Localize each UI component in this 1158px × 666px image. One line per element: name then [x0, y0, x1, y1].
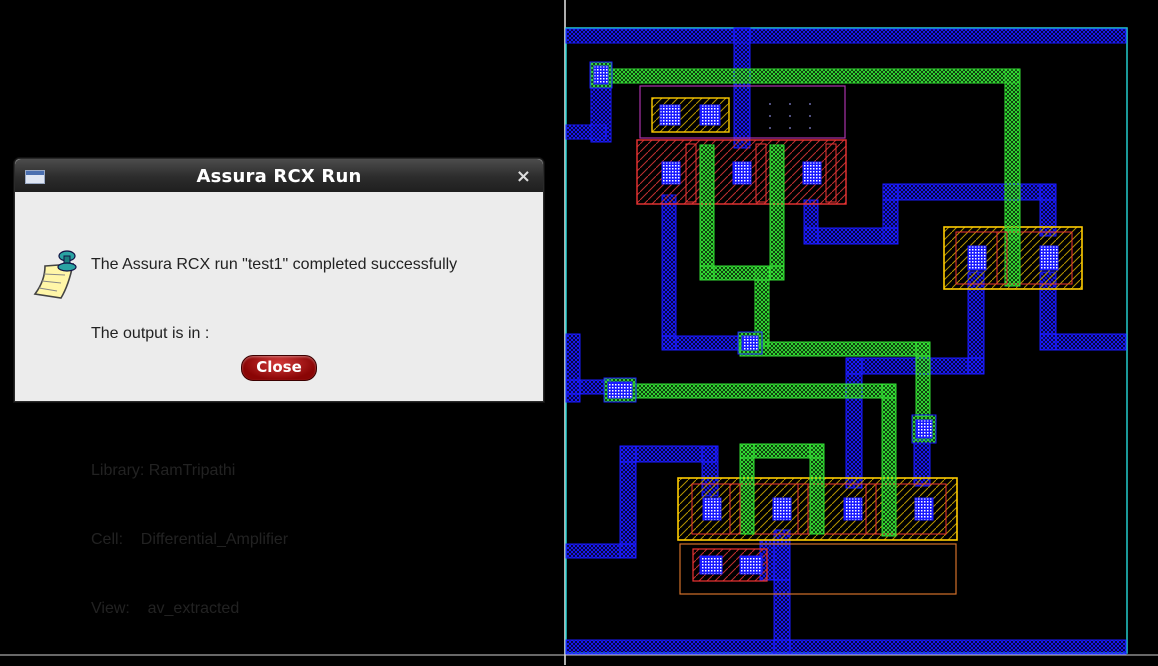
vdd-rail: [565, 28, 1127, 44]
grid-dots: [769, 103, 811, 129]
close-icon[interactable]: ×: [516, 166, 531, 187]
metal1-routes: [565, 27, 1127, 655]
message-line: The Assura RCX run "test1" completed suc…: [91, 256, 458, 273]
dialog-titlebar[interactable]: Assura RCX Run ×: [15, 159, 543, 192]
note-pin-icon: [33, 250, 77, 299]
dialog-title: Assura RCX Run: [196, 166, 362, 187]
close-button[interactable]: Close: [241, 355, 317, 381]
gnd-rail: [565, 639, 1127, 655]
assura-rcx-dialog: Assura RCX Run × The Assura RCX run "tes…: [14, 158, 544, 617]
library-line: Library: RamTripathi: [91, 462, 236, 479]
cell-line: Cell: Differential_Amplifier: [91, 531, 289, 548]
view-line: View: av_extracted: [91, 600, 240, 617]
message-line: The output is in :: [91, 325, 210, 342]
dialog-message: The Assura RCX run "test1" completed suc…: [91, 207, 457, 666]
